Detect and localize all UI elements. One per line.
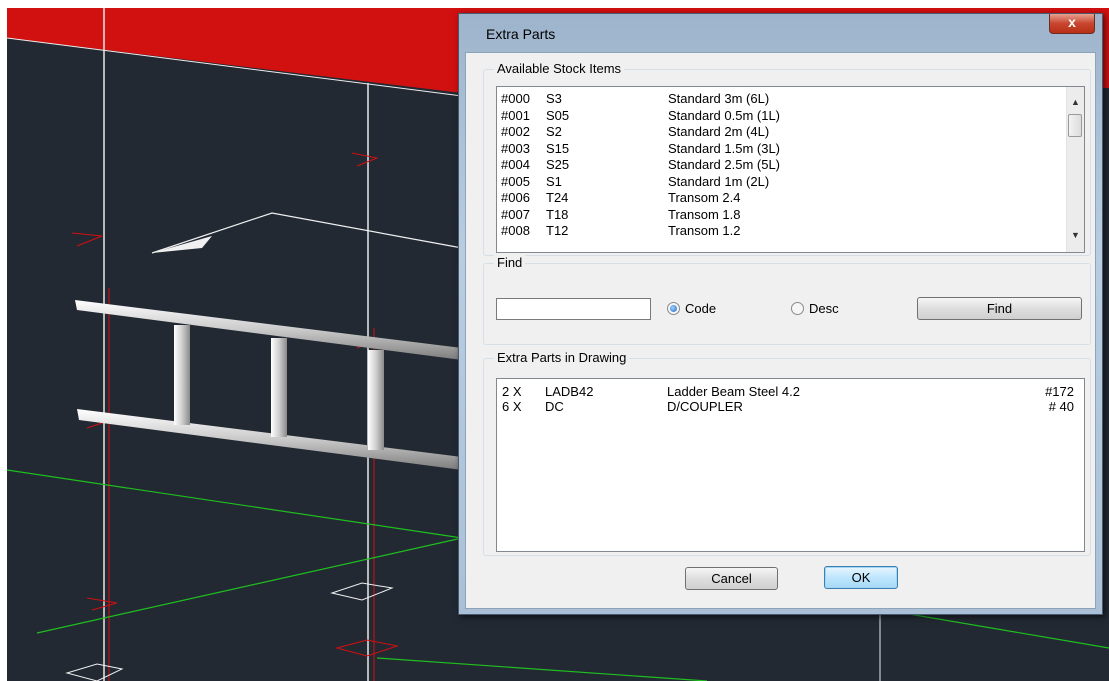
marker: [65, 663, 124, 681]
stock-item-number: #001: [501, 107, 530, 123]
stock-item-number: #006: [501, 190, 530, 205]
stock-item-number: #003: [501, 140, 530, 156]
ladder-rung: [174, 325, 190, 425]
part-code: LADB42: [545, 384, 594, 399]
stock-item-number: #004: [501, 157, 530, 172]
radio-unselected-icon[interactable]: [791, 302, 804, 316]
stock-item-number: #008: [501, 223, 530, 238]
extra-parts-label: Extra Parts in Drawing: [494, 350, 630, 365]
part-reference: # 40: [1048, 399, 1074, 414]
stock-item-description: Standard 0.5m (1L): [668, 107, 781, 123]
ladder-bottom-rail: [77, 409, 462, 470]
available-stock-label: Available Stock Items: [494, 61, 625, 76]
stock-item-number: #002: [501, 124, 530, 139]
stock-item-description: Transom 2.4: [668, 190, 741, 205]
extra-part-item[interactable]: 2 X LADB42 Ladder Beam Steel 4.2 #172: [502, 384, 1074, 399]
scroll-thumb[interactable]: [1068, 114, 1082, 137]
scroll-down-icon[interactable]: ▼: [1071, 230, 1080, 240]
desc-radio-label: Desc: [809, 301, 839, 316]
extra-parts-dialog: Extra Parts x Available Stock Items #000…: [458, 13, 1103, 615]
stock-item-description: Standard 2.5m (5L): [668, 157, 781, 172]
stock-item-code: T12: [546, 223, 569, 238]
available-stock-group: Available Stock Items #000 S3 Standard 3m …: [483, 61, 1091, 256]
find-label: Find: [494, 255, 526, 270]
stock-item-code: T18: [546, 206, 569, 222]
scroll-up-icon[interactable]: ▲: [1071, 97, 1080, 107]
stock-item-code: S15: [546, 140, 570, 156]
stock-item-code: S1: [546, 173, 562, 189]
part-reference: #172: [1045, 384, 1074, 399]
ladder-top-rail: [75, 300, 462, 360]
stock-item-code: S3: [546, 91, 562, 106]
marker: [335, 639, 399, 657]
ladder-rung: [368, 350, 384, 450]
close-icon: x: [1068, 14, 1076, 30]
find-group: Find Code Desc Find: [483, 255, 1091, 345]
stock-item-code: T24: [546, 190, 569, 205]
stock-item-description: Transom 1.8: [668, 206, 741, 222]
stock-item-description: Standard 2m (4L): [668, 124, 770, 139]
dialog-title: Extra Parts: [486, 26, 556, 42]
find-button[interactable]: Find: [917, 297, 1082, 320]
marker: [330, 582, 394, 601]
part-description: D/COUPLER: [667, 399, 743, 414]
stock-item-code: S25: [546, 157, 570, 172]
dialog-body: Available Stock Items #000 S3 Standard 3m …: [465, 52, 1096, 609]
code-radio[interactable]: Code: [667, 300, 716, 318]
stock-item-description: Standard 1.5m (3L): [668, 140, 781, 156]
stock-items-list[interactable]: #000 S3 Standard 3m (6L) #001 S05 Standard 0.…: [496, 86, 1085, 253]
desc-radio[interactable]: Desc: [791, 300, 839, 318]
code-radio-label: Code: [685, 301, 717, 316]
dialog-titlebar[interactable]: Extra Parts x: [459, 14, 1102, 44]
stock-item-number: #007: [501, 206, 530, 222]
radio-selected-icon[interactable]: [667, 302, 680, 316]
stock-item-number: #000: [501, 91, 530, 106]
part-description: Ladder Beam Steel 4.2: [667, 384, 800, 399]
stock-item-description: Standard 1m (2L): [668, 173, 770, 189]
stock-item-description: Transom 1.2: [668, 223, 741, 238]
part-quantity: 6 X: [502, 399, 522, 414]
part-quantity: 2 X: [502, 384, 522, 399]
ladder-rung: [271, 338, 287, 437]
extra-parts-group: Extra Parts in Drawing 2 X LADB42 Ladder B…: [483, 350, 1091, 556]
stock-item-description: Standard 3m (6L): [668, 91, 770, 106]
stock-list-scrollbar[interactable]: ▲ ▼: [1066, 87, 1084, 252]
part-code: DC: [545, 399, 564, 414]
stock-item-code: S2: [546, 124, 562, 139]
grid-line: [7, 469, 463, 539]
stock-item-number: #005: [501, 173, 530, 189]
close-button[interactable]: x: [1049, 14, 1095, 34]
find-input[interactable]: [496, 298, 651, 320]
stock-item-code: S05: [546, 107, 570, 123]
grid-line: [376, 657, 708, 681]
extra-part-item[interactable]: 6 X DC D/COUPLER # 40: [502, 399, 1074, 414]
cancel-button[interactable]: Cancel: [685, 567, 778, 590]
grid-line: [36, 537, 463, 634]
ok-button[interactable]: OK: [824, 566, 898, 589]
extra-parts-list[interactable]: 2 X LADB42 Ladder Beam Steel 4.2 #172 6 X DC D…: [496, 378, 1085, 552]
